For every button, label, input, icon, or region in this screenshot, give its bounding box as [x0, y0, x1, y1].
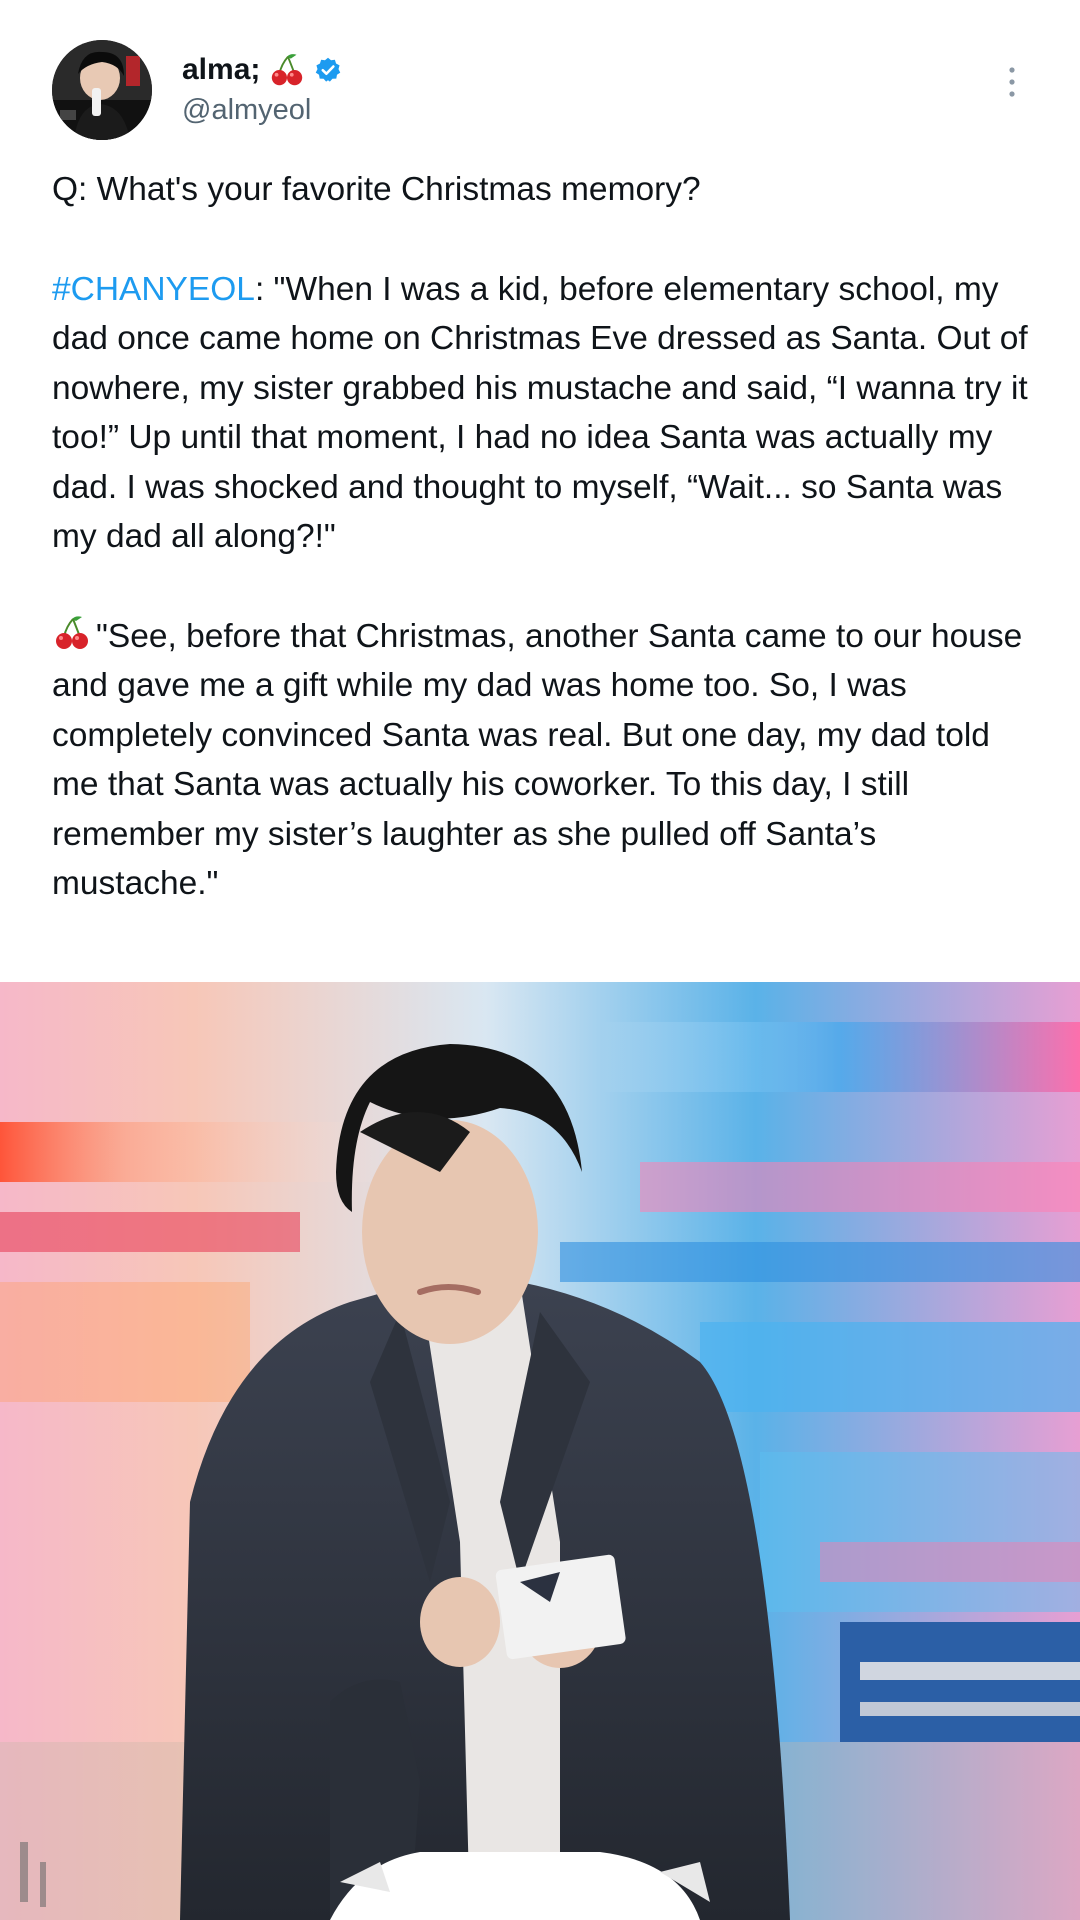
- avatar[interactable]: [52, 40, 152, 140]
- author-names: alma; @almyeol: [182, 50, 342, 127]
- question-text: Q: What's your favorite Christmas memory…: [52, 171, 701, 208]
- cherries-icon: [56, 615, 88, 649]
- avatar-image: [52, 40, 152, 140]
- author-handle[interactable]: @almyeol: [182, 94, 342, 127]
- video-frame-image: [0, 982, 1080, 1920]
- more-vertical-icon: [1009, 67, 1015, 97]
- answer-paragraph-1: #CHANYEOL: "When I was a kid, before ele…: [52, 265, 1042, 562]
- tweet-post: alma; @almyeol Q: What's your favorite C…: [0, 0, 1080, 982]
- more-options-button[interactable]: [992, 62, 1032, 102]
- answer-paragraph-2: "See, before that Christmas, another San…: [52, 612, 1042, 909]
- verified-badge-icon: [316, 57, 341, 82]
- tweet-text: Q: What's your favorite Christmas memory…: [52, 165, 1042, 909]
- cherries-icon: [272, 54, 303, 86]
- answer-text-1: : "When I was a kid, before elementary s…: [52, 270, 1038, 556]
- answer-text-2: "See, before that Christmas, another San…: [52, 617, 1032, 903]
- display-name[interactable]: alma;: [182, 53, 260, 87]
- hashtag-link[interactable]: #CHANYEOL: [52, 271, 255, 308]
- tweet-header: alma; @almyeol: [52, 40, 1032, 140]
- tweet-media-image[interactable]: [0, 982, 1080, 1920]
- display-name-row: alma;: [182, 50, 342, 90]
